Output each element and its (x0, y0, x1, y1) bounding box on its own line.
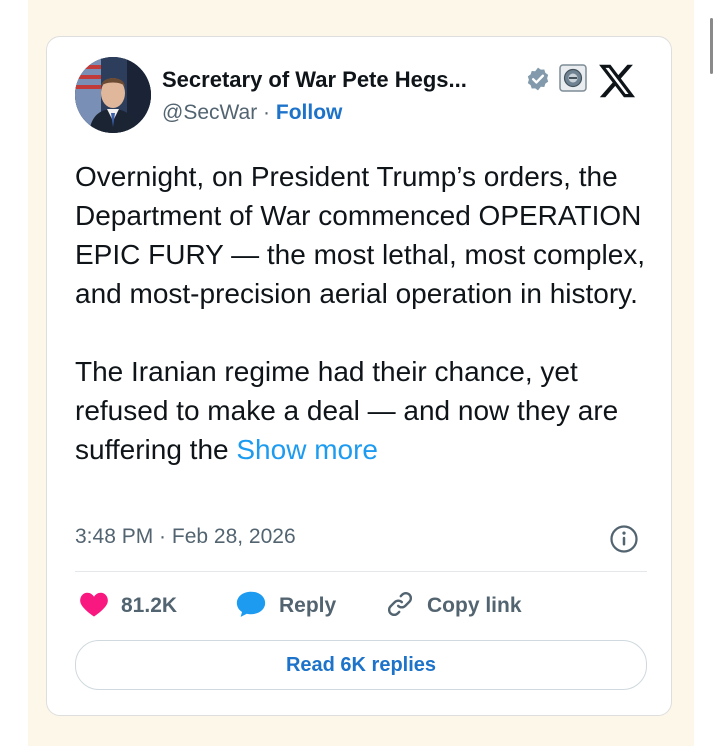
author-handle[interactable]: @SecWar (162, 101, 257, 124)
tweet-paragraph-1: Overnight, on President Trump’s orders, … (75, 161, 646, 309)
tweet-timestamp[interactable]: 3:48 PM · Feb 28, 2026 (75, 525, 296, 549)
handle-line: @SecWar · Follow (162, 101, 342, 125)
info-icon[interactable] (609, 524, 639, 559)
author-name[interactable]: Secretary of War Pete Hegs... (162, 67, 467, 93)
avatar[interactable] (75, 57, 151, 133)
tweet-text: Overnight, on President Trump’s orders, … (75, 157, 655, 469)
divider (75, 571, 647, 572)
verified-badge-icon (525, 66, 551, 97)
copy-link-button[interactable]: Copy link (385, 589, 522, 623)
scrollbar[interactable] (710, 18, 713, 74)
reply-button[interactable]: Reply (235, 589, 336, 623)
reply-bubble-icon (235, 589, 267, 624)
action-bar: 81.2K Reply Copy link (75, 589, 635, 623)
read-replies-button[interactable]: Read 6K replies (75, 640, 647, 690)
copy-link-label: Copy link (427, 594, 522, 617)
x-logo-icon[interactable] (597, 61, 637, 106)
heart-icon (79, 590, 109, 623)
tweet-paragraph-2: The Iranian regime had their chance, yet… (75, 352, 655, 469)
show-more-link[interactable]: Show more (236, 434, 378, 465)
separator-dot: · (257, 101, 276, 124)
follow-button[interactable]: Follow (276, 101, 343, 124)
like-button[interactable]: 81.2K (79, 589, 177, 623)
link-icon (385, 589, 415, 624)
government-affiliate-icon (559, 64, 587, 97)
like-count: 81.2K (121, 594, 178, 617)
embedded-tweet-card: Secretary of War Pete Hegs... @SecWar · … (46, 36, 672, 716)
reply-label: Reply (279, 594, 337, 617)
